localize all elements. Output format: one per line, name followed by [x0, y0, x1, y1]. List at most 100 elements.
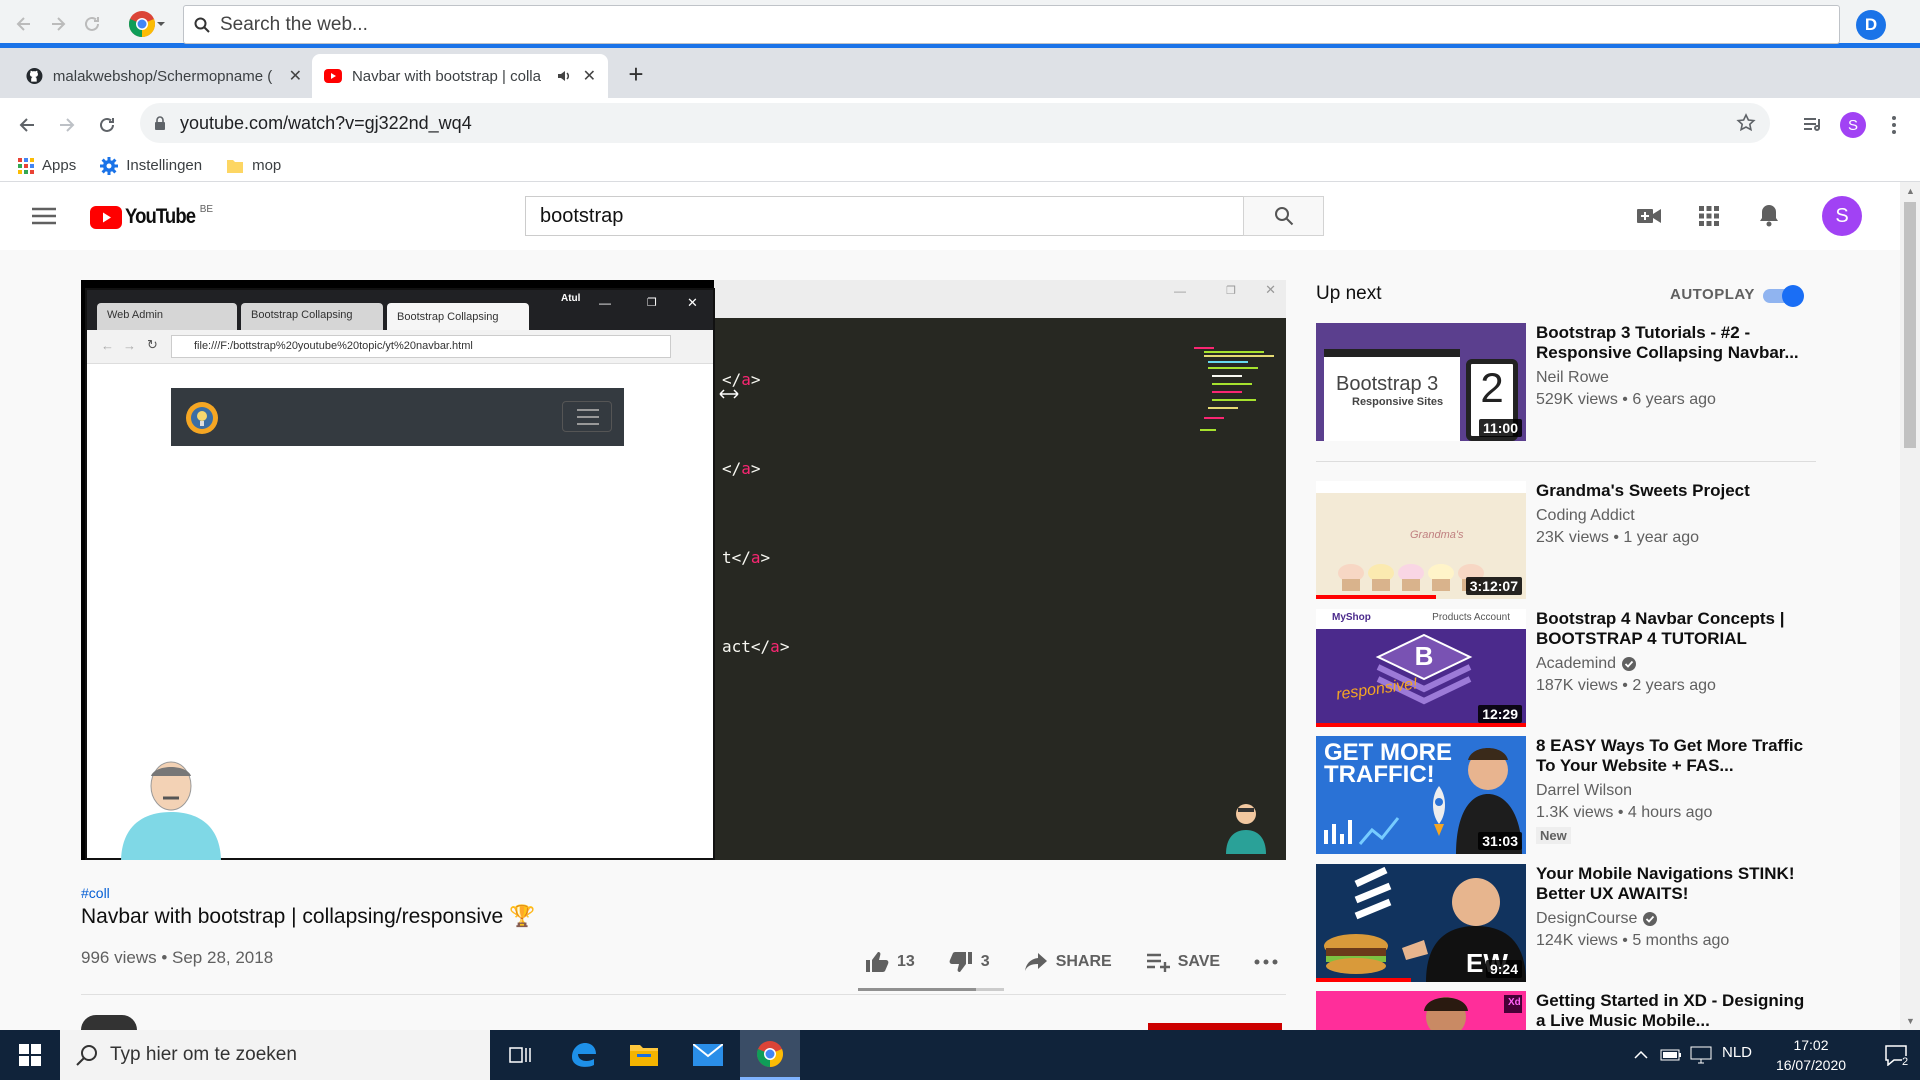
- video-thumbnail[interactable]: GET MORE TRAFFIC! 31:03: [1316, 736, 1526, 854]
- chrome-taskbar-icon[interactable]: [740, 1030, 800, 1080]
- editor-restore-icon: ❐: [1226, 285, 1236, 297]
- thumb-navbar: MyShop Products Account: [1316, 609, 1526, 629]
- windows-start-icon[interactable]: [0, 1030, 60, 1080]
- watch-progress-bar: [1316, 978, 1411, 982]
- watch-progress-bar: [1316, 723, 1526, 727]
- bookmark-label: mop: [252, 157, 282, 174]
- video-duration: 31:03: [1478, 832, 1522, 850]
- tab-github[interactable]: malakwebshop/Schermopname ( ✕: [14, 54, 314, 98]
- editor-titlebar: — ❐ ✕: [714, 280, 1286, 318]
- thumbs-down-icon: [949, 952, 972, 972]
- recommended-video[interactable]: EW 9:24 Your Mobile Navigations STINK! B…: [1316, 864, 1816, 982]
- channel-avatar[interactable]: [81, 1015, 137, 1030]
- autoplay-toggle[interactable]: [1763, 284, 1807, 307]
- recommended-video[interactable]: Grandma's 3:12:07 Grandma's Sweets Proje…: [1316, 481, 1816, 599]
- omnibox[interactable]: youtube.com/watch?v=gj322nd_wq4: [140, 103, 1770, 143]
- reload-icon[interactable]: [80, 12, 104, 36]
- share-button[interactable]: SHARE: [1024, 952, 1112, 972]
- new-tab-plus-icon[interactable]: +: [620, 58, 652, 90]
- bookmark-mop[interactable]: mop: [226, 157, 281, 174]
- video-thumbnail[interactable]: Bootstrap 3 Responsive Sites 2 11:00: [1316, 323, 1526, 441]
- video-player[interactable]: — ❐ ✕ </a> </a> t</a> act</a> Web Admin …: [81, 280, 1286, 860]
- back-arrow-icon[interactable]: [12, 12, 36, 36]
- taskbar-search[interactable]: Typ hier om te zoeken: [60, 1030, 490, 1080]
- tab-close-icon[interactable]: ✕: [583, 66, 596, 86]
- recommended-video[interactable]: Xd Getting Started in XD - Designing a L…: [1316, 991, 1816, 1030]
- create-video-icon[interactable]: [1636, 204, 1662, 228]
- hamburger-menu-icon[interactable]: [30, 204, 58, 228]
- outer-search-field[interactable]: Search the web...: [183, 5, 1840, 44]
- apps-icon[interactable]: [1696, 204, 1722, 228]
- recorded-tab: Bootstrap Collapsing: [241, 303, 383, 330]
- xd-icon: Xd: [1508, 997, 1521, 1008]
- clock-date: 16/07/2020: [1775, 1057, 1847, 1073]
- outer-search-placeholder: Search the web...: [220, 13, 368, 35]
- recommended-video[interactable]: Bootstrap 3 Responsive Sites 2 11:00 Boo…: [1316, 323, 1816, 441]
- thumb-chart-graphic: [1324, 817, 1400, 845]
- audio-playing-icon[interactable]: [557, 69, 573, 83]
- like-count: 13: [897, 953, 915, 970]
- video-duration: 11:00: [1478, 419, 1522, 437]
- video-title: Grandma's Sweets Project: [1536, 481, 1750, 500]
- apps-grid-icon: [18, 157, 34, 174]
- recorded-back-icon: ←: [101, 338, 114, 353]
- youtube-play-icon: [90, 205, 122, 229]
- chrome-profile-avatar[interactable]: S: [1840, 112, 1866, 138]
- bookmark-instellingen[interactable]: Instellingen: [100, 156, 203, 175]
- tray-chevron-up-icon[interactable]: [1628, 1030, 1654, 1080]
- video-thumbnail[interactable]: Xd: [1316, 991, 1526, 1030]
- edge-browser-icon[interactable]: [553, 1030, 613, 1080]
- network-monitor-icon[interactable]: [1686, 1030, 1716, 1080]
- recommended-video[interactable]: GET MORE TRAFFIC! 31:03 8 EASY Ways To Ge…: [1316, 736, 1816, 854]
- more-actions-button[interactable]: [1254, 959, 1278, 965]
- back-icon[interactable]: [14, 112, 40, 138]
- bookmark-label: Instellingen: [126, 157, 203, 174]
- outer-profile-avatar[interactable]: D: [1856, 10, 1886, 40]
- task-view-icon[interactable]: [490, 1030, 550, 1080]
- youtube-search-button[interactable]: [1243, 196, 1324, 236]
- video-thumbnail[interactable]: Grandma's 3:12:07: [1316, 481, 1526, 599]
- region-code: BE: [199, 204, 214, 215]
- youtube-search-input[interactable]: bootstrap: [525, 196, 1244, 236]
- scrollbar-thumb[interactable]: [1904, 202, 1916, 448]
- thumb-title: Bootstrap 3: [1336, 373, 1439, 395]
- dislike-button[interactable]: 3: [949, 951, 990, 973]
- system-clock[interactable]: 17:02 16/07/2020: [1766, 1035, 1856, 1075]
- page-scrollbar[interactable]: ▲ ▼: [1900, 182, 1920, 1030]
- youtube-icon: [324, 69, 342, 83]
- bookmark-apps[interactable]: Apps: [18, 157, 76, 174]
- media-control-icon[interactable]: [1800, 112, 1826, 138]
- up-next-heading: Up next: [1316, 283, 1382, 304]
- forward-arrow-icon[interactable]: [46, 12, 70, 36]
- video-thumbnail[interactable]: MyShop Products Account B responsive! 12:…: [1316, 609, 1526, 727]
- tab-close-icon[interactable]: ✕: [289, 66, 302, 86]
- mail-icon[interactable]: [678, 1030, 738, 1080]
- scroll-up-arrow-icon[interactable]: ▲: [1906, 186, 1915, 196]
- youtube-avatar[interactable]: S: [1822, 196, 1862, 236]
- input-language[interactable]: NLD: [1722, 1044, 1752, 1061]
- forward-icon[interactable]: [54, 112, 80, 138]
- like-button[interactable]: 13: [865, 951, 915, 973]
- notification-count: 2: [1902, 1056, 1909, 1068]
- more-vertical-icon[interactable]: [1882, 112, 1906, 138]
- recorded-minimize-icon: —: [599, 296, 611, 310]
- search-icon: [76, 1045, 97, 1066]
- share-arrow-icon: [1024, 953, 1047, 971]
- video-thumbnail[interactable]: EW 9:24: [1316, 864, 1526, 982]
- battery-icon[interactable]: [1656, 1030, 1686, 1080]
- video-hashtag[interactable]: #coll: [81, 885, 110, 901]
- reload-icon[interactable]: [94, 112, 120, 138]
- recommended-video[interactable]: MyShop Products Account B responsive! 12:…: [1316, 609, 1816, 727]
- bookmark-star-icon[interactable]: [1736, 113, 1756, 133]
- tab-youtube[interactable]: Navbar with bootstrap | colla ✕: [312, 54, 608, 98]
- file-explorer-icon[interactable]: [614, 1030, 674, 1080]
- video-duration: 9:24: [1485, 960, 1522, 978]
- action-center-icon[interactable]: 2: [1866, 1030, 1920, 1080]
- chrome-menu-icon[interactable]: [122, 10, 172, 38]
- video-stats: 1.3K views • 4 hours ago: [1536, 804, 1713, 821]
- save-button[interactable]: SAVE: [1146, 952, 1220, 972]
- scroll-down-arrow-icon[interactable]: ▼: [1906, 1016, 1915, 1026]
- youtube-logo[interactable]: YouTube BE: [90, 204, 213, 230]
- notifications-bell-icon[interactable]: [1756, 202, 1782, 228]
- subscribe-button[interactable]: [1148, 1023, 1282, 1030]
